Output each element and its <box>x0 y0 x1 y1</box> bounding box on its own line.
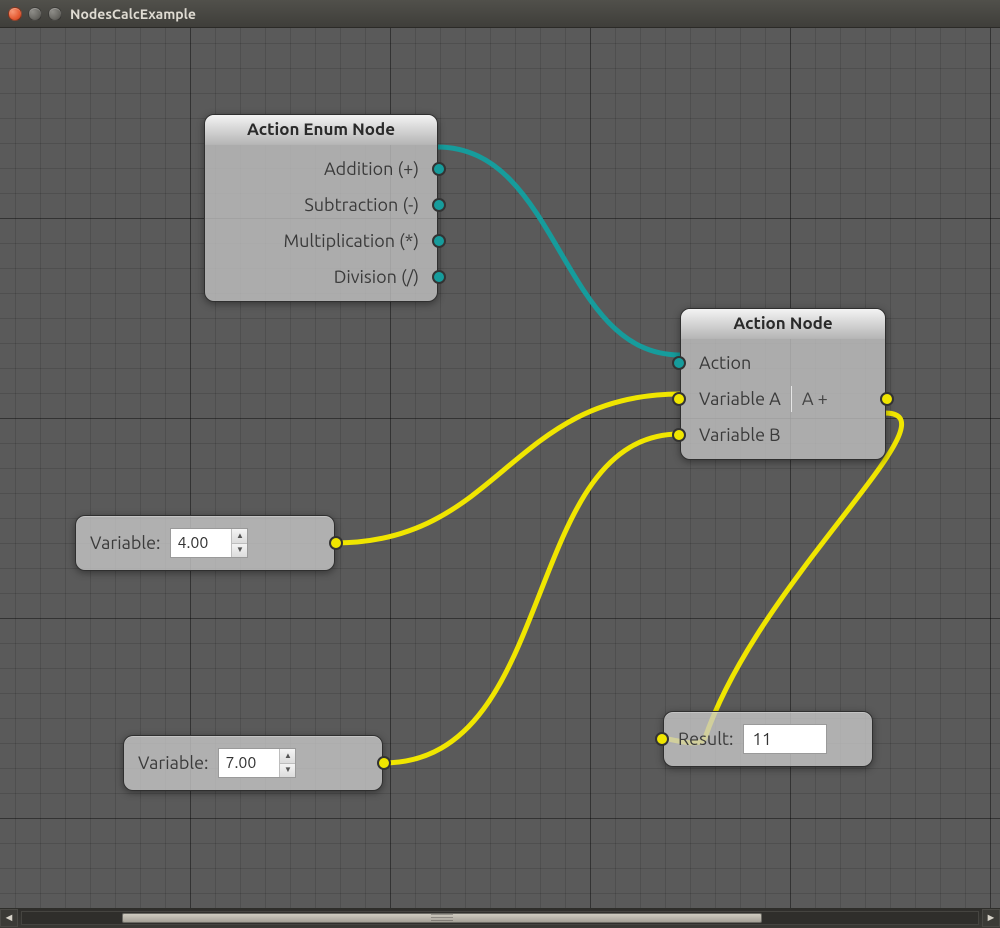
output-port-addition[interactable] <box>432 162 446 176</box>
separator <box>791 386 792 411</box>
result-value: 11 <box>743 724 827 754</box>
node-action-enum[interactable]: Action Enum Node Addition (+) Subtractio… <box>204 114 438 302</box>
enum-label: Subtraction (-) <box>304 195 419 215</box>
node-header[interactable]: Action Enum Node <box>205 115 437 145</box>
maximize-icon[interactable] <box>48 7 62 21</box>
enum-row-addition[interactable]: Addition (+) <box>205 151 437 187</box>
spinbox-up-icon[interactable]: ▲ <box>280 749 295 764</box>
enum-row-division[interactable]: Division (/) <box>205 259 437 295</box>
scroll-track[interactable] <box>21 911 979 925</box>
input-row-var-a[interactable]: Variable A A + <box>681 381 885 417</box>
node-action[interactable]: Action Node Action Variable A A + Variab… <box>680 308 886 460</box>
spinbox-value[interactable]: 7.00 <box>219 749 279 777</box>
horizontal-scrollbar[interactable]: ◄ ► <box>0 908 1000 928</box>
scroll-left-icon[interactable]: ◄ <box>0 909 18 927</box>
input-row-var-b[interactable]: Variable B <box>681 417 885 453</box>
window-controls <box>8 7 62 21</box>
node-title: Action Enum Node <box>247 120 395 139</box>
scroll-grip-icon <box>431 914 453 922</box>
spinbox-value[interactable]: 4.00 <box>171 529 231 557</box>
enum-row-multiplication[interactable]: Multiplication (*) <box>205 223 437 259</box>
node-variable-b[interactable]: Variable: 7.00 ▲ ▼ <box>123 735 383 791</box>
output-port-result[interactable] <box>880 392 894 406</box>
input-row-action[interactable]: Action <box>681 345 885 381</box>
output-port-division[interactable] <box>432 270 446 284</box>
scroll-thumb[interactable] <box>122 913 762 923</box>
input-label: Variable A <box>699 389 781 409</box>
variable-b-spinbox[interactable]: 7.00 ▲ ▼ <box>218 748 296 778</box>
variable-a-spinbox[interactable]: 4.00 ▲ ▼ <box>170 528 248 558</box>
spinbox-down-icon[interactable]: ▼ <box>280 764 295 778</box>
node-variable-a[interactable]: Variable: 4.00 ▲ ▼ <box>75 515 335 571</box>
expression-label: A + <box>802 389 828 409</box>
output-port-variable-a[interactable] <box>329 536 343 550</box>
variable-label: Variable: <box>138 753 208 773</box>
titlebar: NodesCalcExample <box>0 0 1000 28</box>
output-port-variable-b[interactable] <box>377 756 391 770</box>
input-port-var-b[interactable] <box>672 428 686 442</box>
minimize-icon[interactable] <box>28 7 42 21</box>
output-port-subtraction[interactable] <box>432 198 446 212</box>
node-graph-canvas[interactable]: Action Enum Node Addition (+) Subtractio… <box>0 28 1000 908</box>
scroll-right-icon[interactable]: ► <box>982 909 1000 927</box>
node-header[interactable]: Action Node <box>681 309 885 339</box>
enum-label: Division (/) <box>334 267 419 287</box>
close-icon[interactable] <box>8 7 22 21</box>
variable-label: Variable: <box>90 533 160 553</box>
enum-label: Multiplication (*) <box>283 231 419 251</box>
window-title: NodesCalcExample <box>70 6 196 22</box>
output-port-multiplication[interactable] <box>432 234 446 248</box>
node-result[interactable]: Result: 11 <box>663 711 873 767</box>
spinbox-up-icon[interactable]: ▲ <box>232 529 247 544</box>
input-port-var-a[interactable] <box>672 392 686 406</box>
input-port-action[interactable] <box>672 356 686 370</box>
enum-label: Addition (+) <box>324 159 419 179</box>
enum-row-subtraction[interactable]: Subtraction (-) <box>205 187 437 223</box>
input-label: Variable B <box>699 425 781 445</box>
input-label: Action <box>699 353 751 373</box>
node-title: Action Node <box>733 314 832 333</box>
result-label: Result: <box>678 729 733 749</box>
input-port-result[interactable] <box>655 732 669 746</box>
spinbox-down-icon[interactable]: ▼ <box>232 544 247 558</box>
